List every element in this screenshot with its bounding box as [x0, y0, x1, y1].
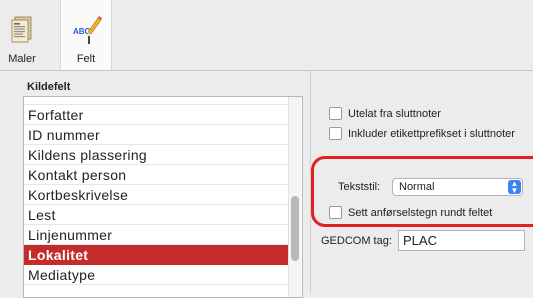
include-prefix-label: Inkluder etikettprefikset i sluttnoter: [348, 127, 515, 140]
quote-field-checkbox-row[interactable]: Sett anførselstegn rundt feltet: [329, 206, 492, 219]
chevron-updown-icon: ▲ ▼: [508, 180, 521, 195]
omit-endnotes-checkbox-row[interactable]: Utelat fra sluttnoter: [329, 107, 441, 120]
toolbar-item-maler[interactable]: Maler: [0, 0, 44, 70]
quote-field-label: Sett anførselstegn rundt feltet: [348, 206, 493, 219]
omit-endnotes-checkbox[interactable]: [329, 107, 342, 120]
gedcom-tag-input[interactable]: PLAC: [398, 230, 525, 251]
text-style-select[interactable]: Normal ▲ ▼: [392, 178, 523, 196]
templates-icon: [6, 14, 38, 46]
omit-endnotes-label: Utelat fra sluttnoter: [348, 107, 441, 120]
abc-pencil-icon: ABC: [70, 14, 102, 46]
list-scrollbar[interactable]: [288, 97, 301, 297]
list-item-partial[interactable]: [24, 97, 288, 105]
include-prefix-checkbox[interactable]: [329, 127, 342, 140]
text-style-label: Tekststil:: [338, 181, 381, 193]
list-item[interactable]: Lest: [24, 205, 288, 225]
list-item[interactable]: Kontakt person: [24, 165, 288, 185]
list-item[interactable]: Kortbeskrivelse: [24, 185, 288, 205]
panel-title: Kildefelt: [27, 81, 71, 93]
list-item[interactable]: ID nummer: [24, 125, 288, 145]
list-item[interactable]: Kildens plassering: [24, 145, 288, 165]
text-style-value: Normal: [399, 181, 435, 193]
quote-field-checkbox[interactable]: [329, 206, 342, 219]
list-item[interactable]: Forfatter: [24, 105, 288, 125]
source-fields-panel: Kildefelt Forfatter ID nummer Kildens pl…: [0, 71, 311, 298]
include-prefix-checkbox-row[interactable]: Inkluder etikettprefikset i sluttnoter: [329, 127, 515, 140]
toolbar-label-felt: Felt: [76, 53, 96, 65]
toolbar: Maler ABC Felt: [0, 0, 533, 71]
scrollbar-thumb[interactable]: [291, 196, 299, 261]
gedcom-tag-label: GEDCOM tag:: [321, 235, 392, 247]
source-field-list[interactable]: Forfatter ID nummer Kildens plassering K…: [23, 96, 303, 298]
toolbar-label-maler: Maler: [8, 53, 36, 65]
list-item[interactable]: Mediatype: [24, 265, 288, 285]
toolbar-item-felt[interactable]: ABC Felt: [60, 0, 112, 70]
list-item[interactable]: Linjenummer: [24, 225, 288, 245]
list-item-selected[interactable]: Lokalitet: [24, 245, 288, 265]
field-options-panel: Utelat fra sluttnoter Inkluder etikettpr…: [311, 71, 533, 293]
